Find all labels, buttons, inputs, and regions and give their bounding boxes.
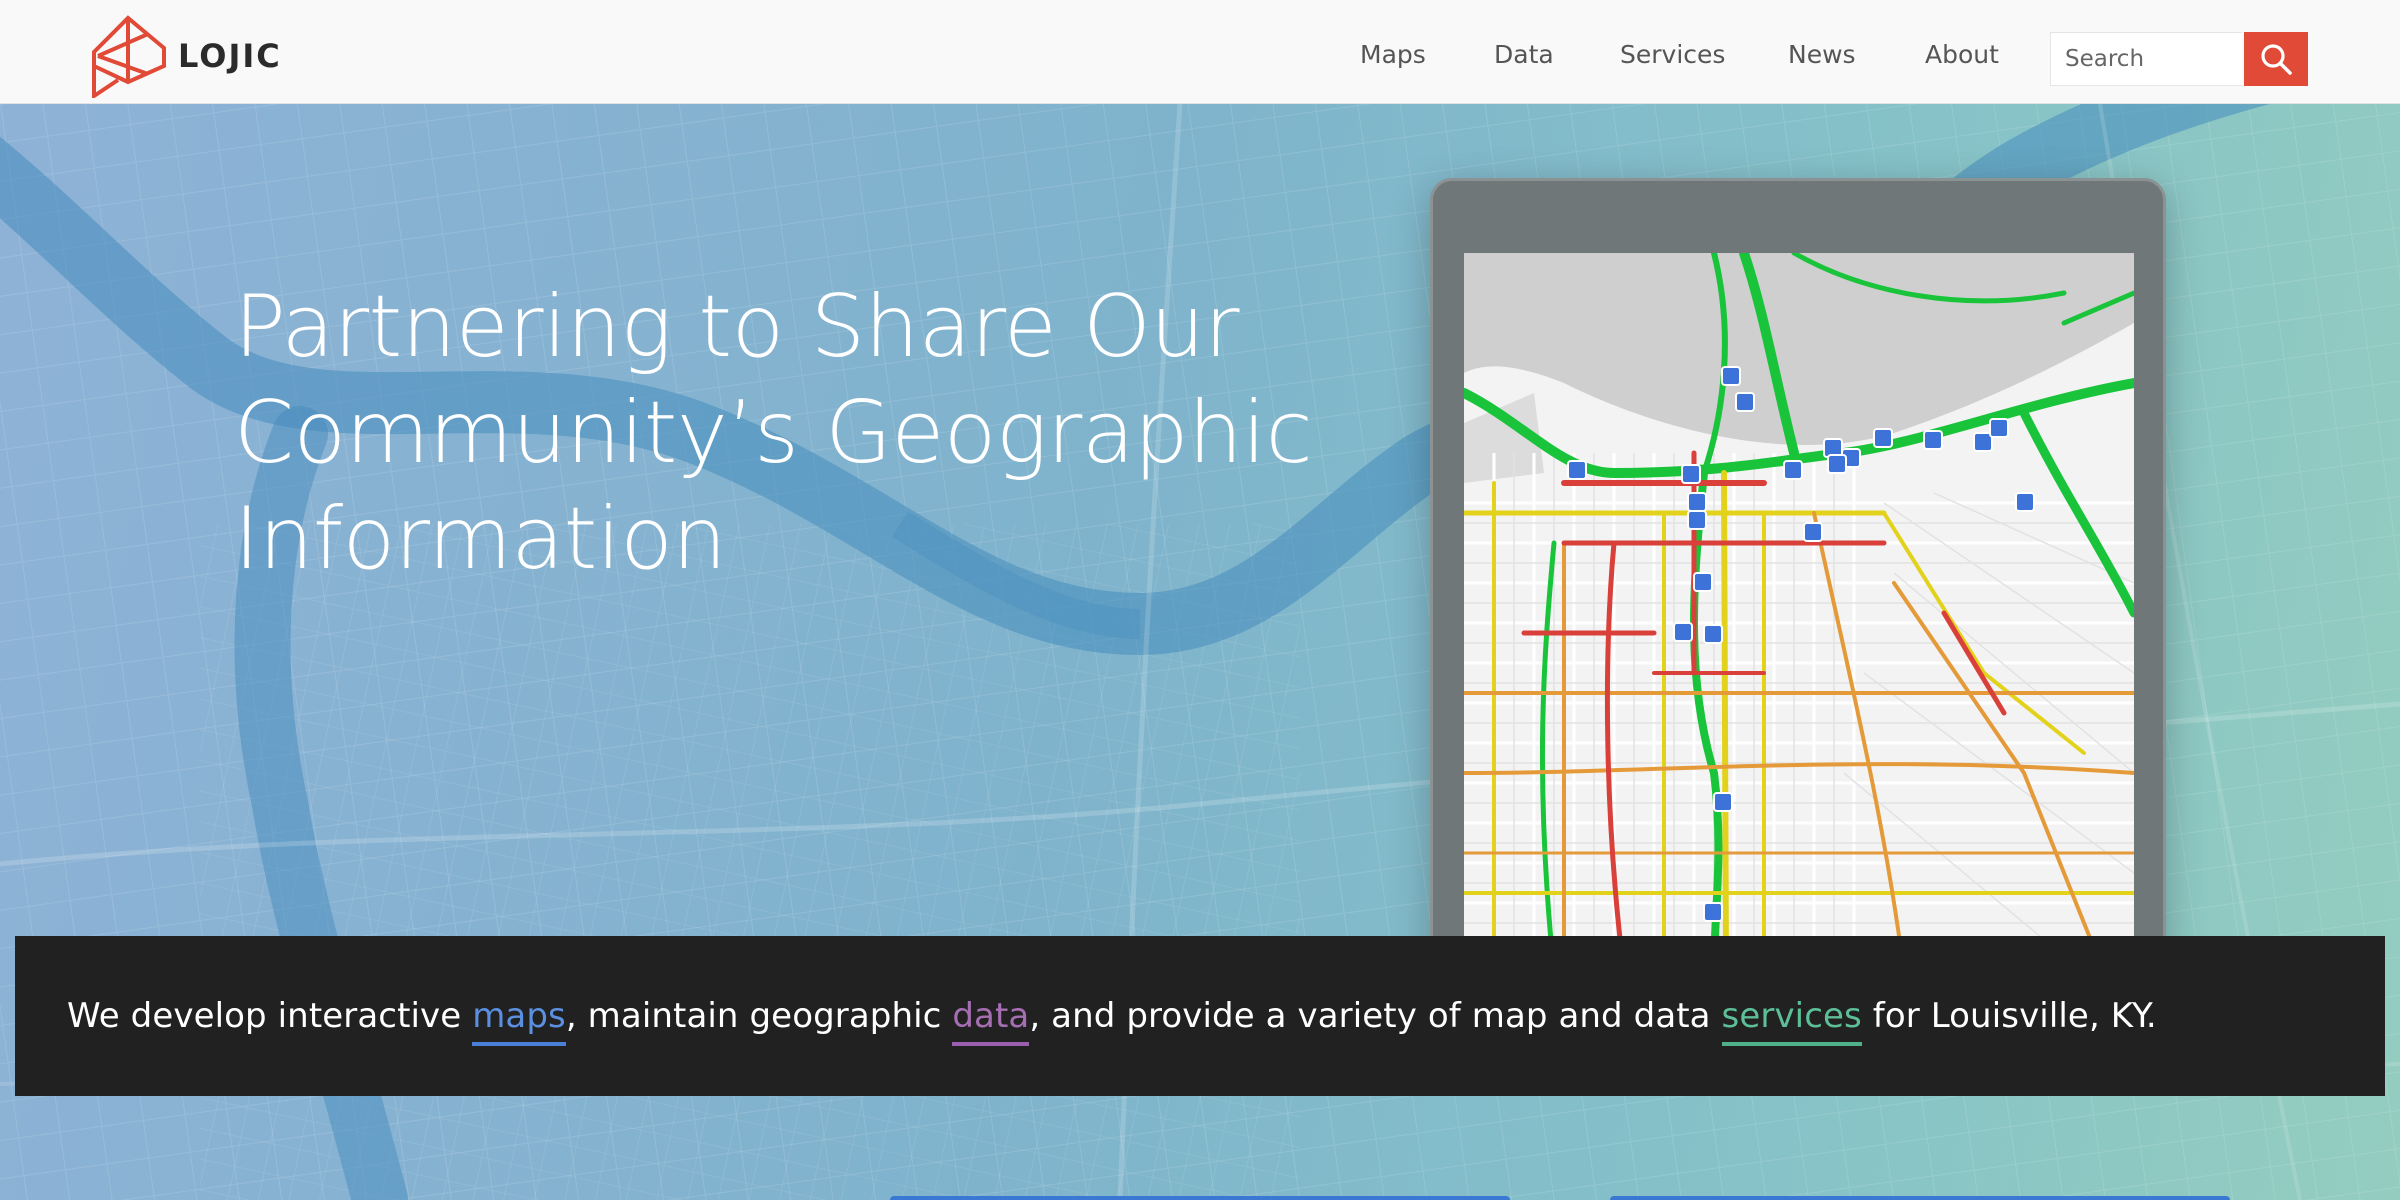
nav-item-news[interactable]: News <box>1788 40 1856 69</box>
brand-name: LOJIC <box>178 37 282 75</box>
data-link[interactable]: data <box>952 996 1030 1046</box>
lojic-logo-icon <box>92 15 166 98</box>
traffic-map-image <box>1464 253 2134 973</box>
cta-button-left[interactable] <box>890 1196 1510 1200</box>
intro-text-part: We develop interactive <box>67 996 473 1036</box>
search-icon <box>2261 44 2292 75</box>
nav-item-services[interactable]: Services <box>1620 40 1725 69</box>
tablet-device <box>1430 178 2166 998</box>
search-input[interactable] <box>2050 32 2242 86</box>
site-header: LOJIC Maps Data Services News About <box>0 0 2400 104</box>
nav-item-maps[interactable]: Maps <box>1360 40 1426 69</box>
cta-button-right[interactable] <box>1610 1196 2230 1200</box>
search-button[interactable] <box>2244 32 2308 86</box>
nav-item-data[interactable]: Data <box>1494 40 1554 69</box>
intro-text: We develop interactive maps, maintain ge… <box>67 996 2157 1046</box>
headline-line-3: Information <box>234 489 727 589</box>
hero-headline: Partnering to Share Our Community’s Geog… <box>234 274 1354 592</box>
intro-text-part: , maintain geographic <box>565 996 953 1036</box>
maps-link[interactable]: maps <box>472 996 566 1046</box>
headline-line-2: Community’s Geographic <box>234 383 1313 483</box>
intro-banner: We develop interactive maps, maintain ge… <box>15 936 2385 1096</box>
nav-item-about[interactable]: About <box>1925 40 1999 69</box>
intro-text-part: for Louisville, KY. <box>1861 996 2157 1036</box>
services-link[interactable]: services <box>1721 996 1862 1046</box>
home-logo-link[interactable]: LOJIC <box>88 14 282 98</box>
hero-section: Partnering to Share Our Community’s Geog… <box>0 104 2400 1200</box>
headline-line-1: Partnering to Share Our <box>234 277 1240 377</box>
intro-text-part: , and provide a variety of map and data <box>1029 996 1722 1036</box>
